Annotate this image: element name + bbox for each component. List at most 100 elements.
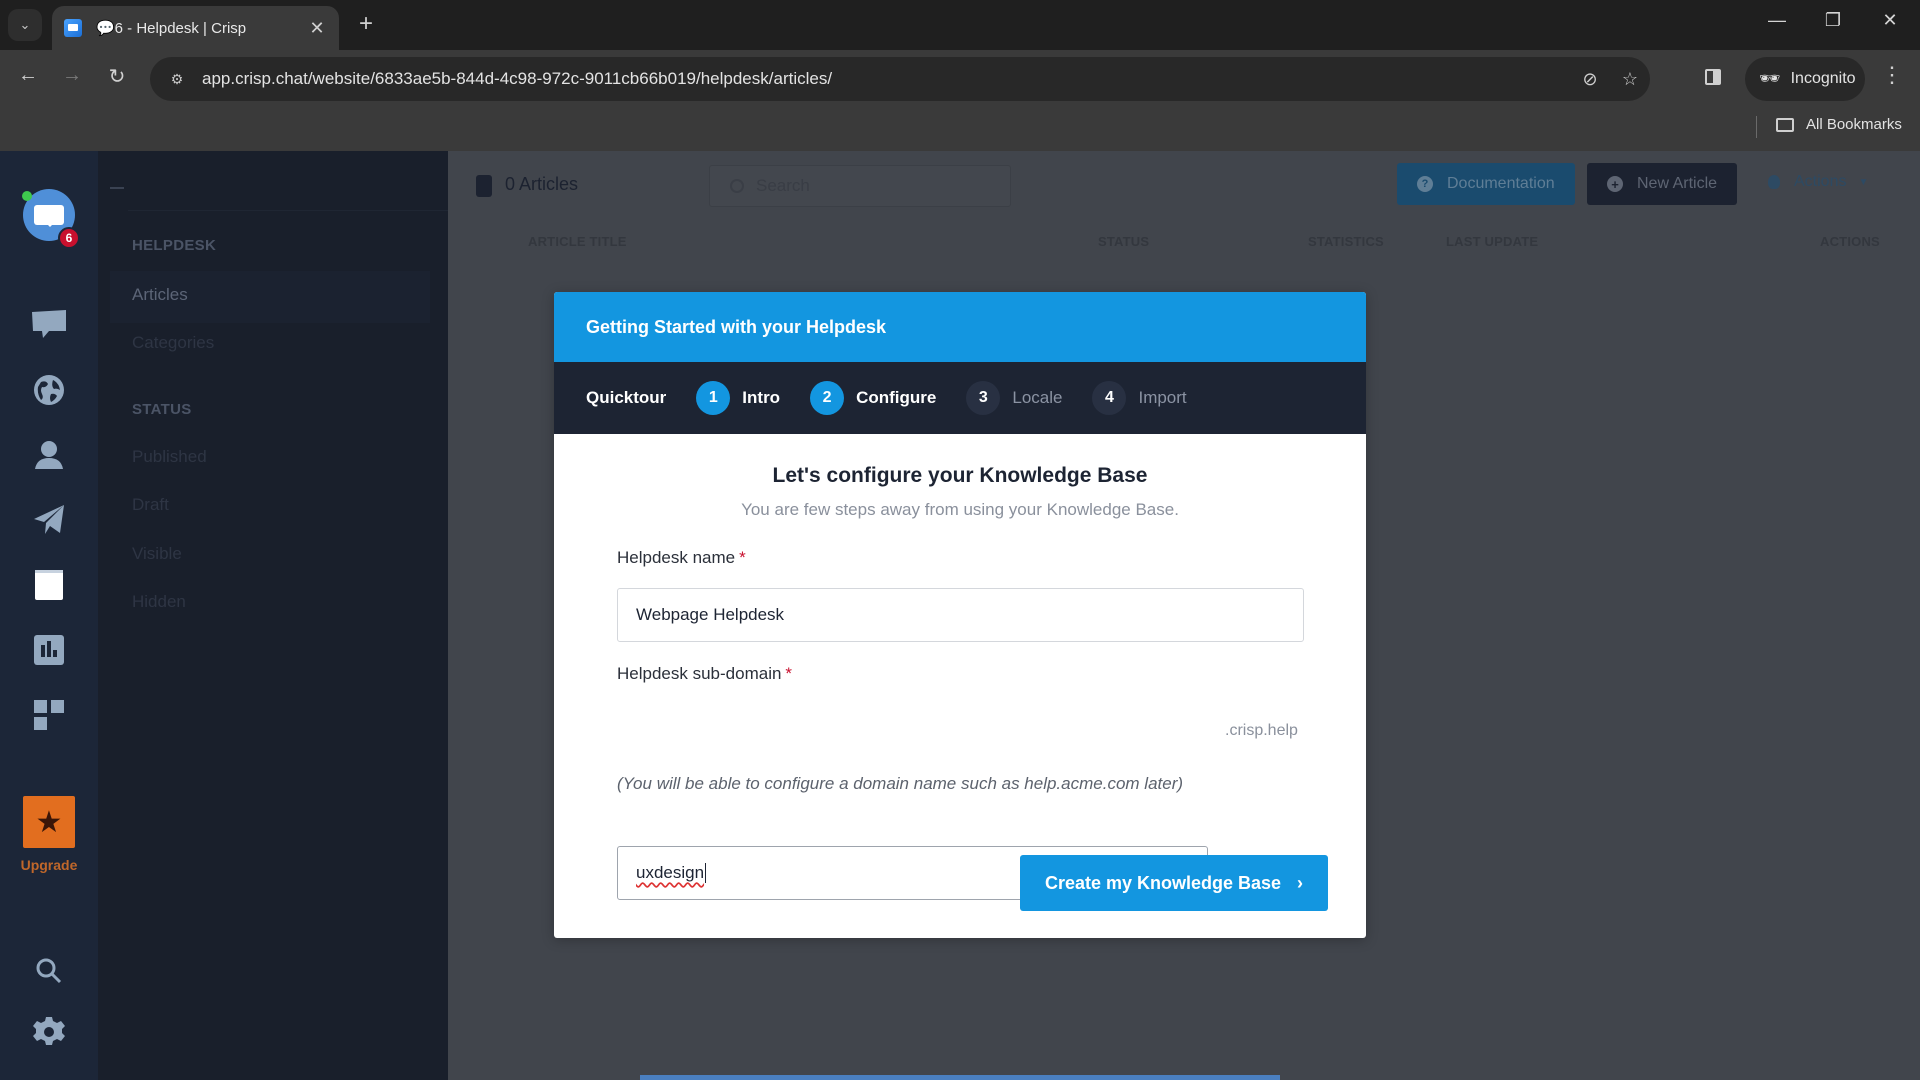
required-asterisk: * bbox=[739, 548, 746, 567]
step-number: 3 bbox=[966, 381, 1001, 415]
bookmarks-divider bbox=[1756, 116, 1757, 138]
all-bookmarks-button[interactable]: All Bookmarks bbox=[1776, 116, 1902, 133]
mouse-pointer-icon bbox=[1255, 915, 1269, 933]
new-article-button[interactable]: + New Article bbox=[1587, 163, 1737, 205]
rail-inbox[interactable] bbox=[29, 305, 69, 345]
helpdesk-sidebar: HELPDESK Articles Categories STATUS Publ… bbox=[98, 151, 448, 1080]
rail-settings[interactable] bbox=[29, 1012, 69, 1052]
url-text[interactable]: app.crisp.chat/website/6833ae5b-844d-4c9… bbox=[202, 69, 1570, 89]
subdomain-hint: (You will be able to configure a domain … bbox=[617, 774, 1184, 793]
step-intro[interactable]: 1 Intro bbox=[696, 381, 780, 415]
window-close-icon[interactable]: ✕ bbox=[1875, 10, 1905, 31]
browser-tab-active[interactable]: 💬6 - Helpdesk | Crisp ✕ bbox=[52, 6, 339, 50]
minimize-icon[interactable]: — bbox=[1762, 10, 1792, 31]
upgrade-button[interactable]: ★ bbox=[23, 796, 75, 848]
helpdesk-name-input[interactable]: Webpage Helpdesk bbox=[617, 588, 1304, 642]
step-label: Import bbox=[1138, 388, 1187, 407]
step-label: Locale bbox=[1012, 388, 1063, 407]
bookmarks-bar: All Bookmarks bbox=[0, 108, 1920, 151]
reload-icon[interactable]: ↻ bbox=[102, 64, 132, 89]
sidebar-item-articles[interactable]: Articles bbox=[132, 285, 188, 305]
new-tab-button[interactable]: + bbox=[352, 10, 380, 38]
rail-analytics[interactable] bbox=[29, 630, 69, 670]
modal-body: Let's configure your Knowledge Base You … bbox=[554, 434, 1366, 938]
sidebar-collapse-handle[interactable] bbox=[110, 187, 124, 189]
all-bookmarks-label: All Bookmarks bbox=[1806, 116, 1902, 133]
sidebar-item-hidden[interactable]: Hidden bbox=[132, 592, 186, 612]
tab-close-icon[interactable]: ✕ bbox=[307, 18, 327, 39]
article-search-input[interactable]: Search bbox=[709, 165, 1011, 207]
grid-icon bbox=[34, 700, 64, 730]
tab-title: 💬6 - Helpdesk | Crisp bbox=[96, 20, 247, 37]
step-number: 1 bbox=[696, 381, 731, 415]
rail-plugins[interactable] bbox=[29, 695, 69, 735]
site-settings-icon[interactable]: ⚙ bbox=[164, 71, 190, 88]
step-number: 2 bbox=[810, 381, 845, 415]
globe-icon bbox=[34, 375, 64, 405]
browser-toolbar: ← → ↻ ⚙ app.crisp.chat/website/6833ae5b-… bbox=[0, 50, 1920, 108]
rail-campaigns[interactable] bbox=[29, 500, 69, 540]
getting-started-modal: Getting Started with your Helpdesk Quick… bbox=[554, 292, 1366, 938]
chat-bubble-icon bbox=[34, 205, 64, 227]
rail-visitors[interactable] bbox=[29, 370, 69, 410]
caret-down-icon: ▼ bbox=[1858, 176, 1869, 188]
required-asterisk: * bbox=[785, 664, 793, 683]
sidebar-item-visible[interactable]: Visible bbox=[132, 544, 182, 564]
documentation-button[interactable]: ? Documentation bbox=[1397, 163, 1575, 205]
incognito-profile-button[interactable]: 🕶 Incognito bbox=[1745, 57, 1865, 101]
rail-helpdesk[interactable] bbox=[29, 565, 69, 605]
upgrade-label[interactable]: Upgrade bbox=[0, 857, 98, 873]
unread-badge: 6 bbox=[58, 227, 80, 249]
browser-menu-icon[interactable]: ⋮ bbox=[1880, 62, 1904, 88]
sidebar-item-published[interactable]: Published bbox=[132, 447, 207, 467]
star-icon: ★ bbox=[35, 805, 63, 839]
column-header-last-update[interactable]: LAST UPDATE bbox=[1446, 234, 1538, 249]
create-knowledge-base-button[interactable]: Create my Knowledge Base › bbox=[1020, 855, 1328, 911]
search-placeholder: Search bbox=[756, 176, 810, 195]
column-header-statistics[interactable]: STATISTICS bbox=[1308, 234, 1384, 249]
help-circle-icon: ? bbox=[1417, 176, 1433, 192]
modal-header: Getting Started with your Helpdesk bbox=[554, 292, 1366, 362]
quicktour-label: Quicktour bbox=[586, 388, 667, 407]
browser-tab-strip: ⌄ 💬6 - Helpdesk | Crisp ✕ + — ❐ ✕ bbox=[0, 0, 1920, 50]
left-rail: 6 ★ Upgrade bbox=[0, 151, 98, 1080]
step-locale[interactable]: 3 Locale bbox=[966, 381, 1062, 415]
forward-icon[interactable]: → bbox=[57, 64, 87, 87]
eye-off-icon[interactable]: ⊘ bbox=[1570, 69, 1610, 90]
rail-contacts[interactable] bbox=[29, 435, 69, 475]
gear-icon bbox=[33, 1017, 65, 1045]
configure-title: Let's configure your Knowledge Base bbox=[772, 464, 1148, 487]
subdomain-suffix: .crisp.help bbox=[1225, 722, 1298, 739]
helpdesk-subdomain-label-text: Helpdesk sub-domain bbox=[617, 664, 782, 683]
column-header-title[interactable]: ARTICLE TITLE bbox=[528, 234, 627, 249]
search-icon bbox=[36, 958, 62, 984]
column-header-status[interactable]: STATUS bbox=[1098, 234, 1149, 249]
step-label: Intro bbox=[742, 388, 781, 407]
back-icon[interactable]: ← bbox=[13, 64, 43, 87]
online-status-dot bbox=[22, 191, 32, 201]
text-caret bbox=[705, 863, 707, 883]
helpdesk-name-value: Webpage Helpdesk bbox=[636, 605, 785, 624]
section-helpdesk: HELPDESK bbox=[132, 237, 217, 254]
rail-search[interactable] bbox=[29, 951, 69, 991]
section-status: STATUS bbox=[132, 401, 192, 418]
articles-book-icon bbox=[476, 175, 492, 197]
chevron-down-icon: ⌄ bbox=[19, 17, 31, 32]
actions-dropdown[interactable]: Actions ▼ bbox=[1768, 173, 1868, 191]
documentation-label: Documentation bbox=[1447, 175, 1555, 192]
address-bar[interactable]: ⚙ app.crisp.chat/website/6833ae5b-844d-4… bbox=[150, 57, 1650, 101]
side-panel-icon[interactable] bbox=[1702, 64, 1724, 90]
step-import[interactable]: 4 Import bbox=[1092, 381, 1187, 415]
sidebar-item-categories[interactable]: Categories bbox=[132, 333, 214, 353]
bookmark-star-icon[interactable]: ☆ bbox=[1610, 69, 1650, 90]
user-icon bbox=[35, 441, 63, 469]
bar-chart-icon bbox=[34, 635, 64, 665]
incognito-icon: 🕶 bbox=[1759, 69, 1781, 88]
chat-icon bbox=[32, 310, 66, 338]
tab-search-button[interactable]: ⌄ bbox=[8, 9, 42, 41]
helpdesk-name-label: Helpdesk name * bbox=[617, 548, 746, 568]
restore-icon[interactable]: ❐ bbox=[1818, 10, 1848, 31]
sidebar-item-draft[interactable]: Draft bbox=[132, 495, 169, 515]
step-configure[interactable]: 2 Configure bbox=[810, 381, 936, 415]
quicktour-steps: Quicktour 1 Intro 2 Configure 3 Locale 4… bbox=[554, 362, 1366, 434]
